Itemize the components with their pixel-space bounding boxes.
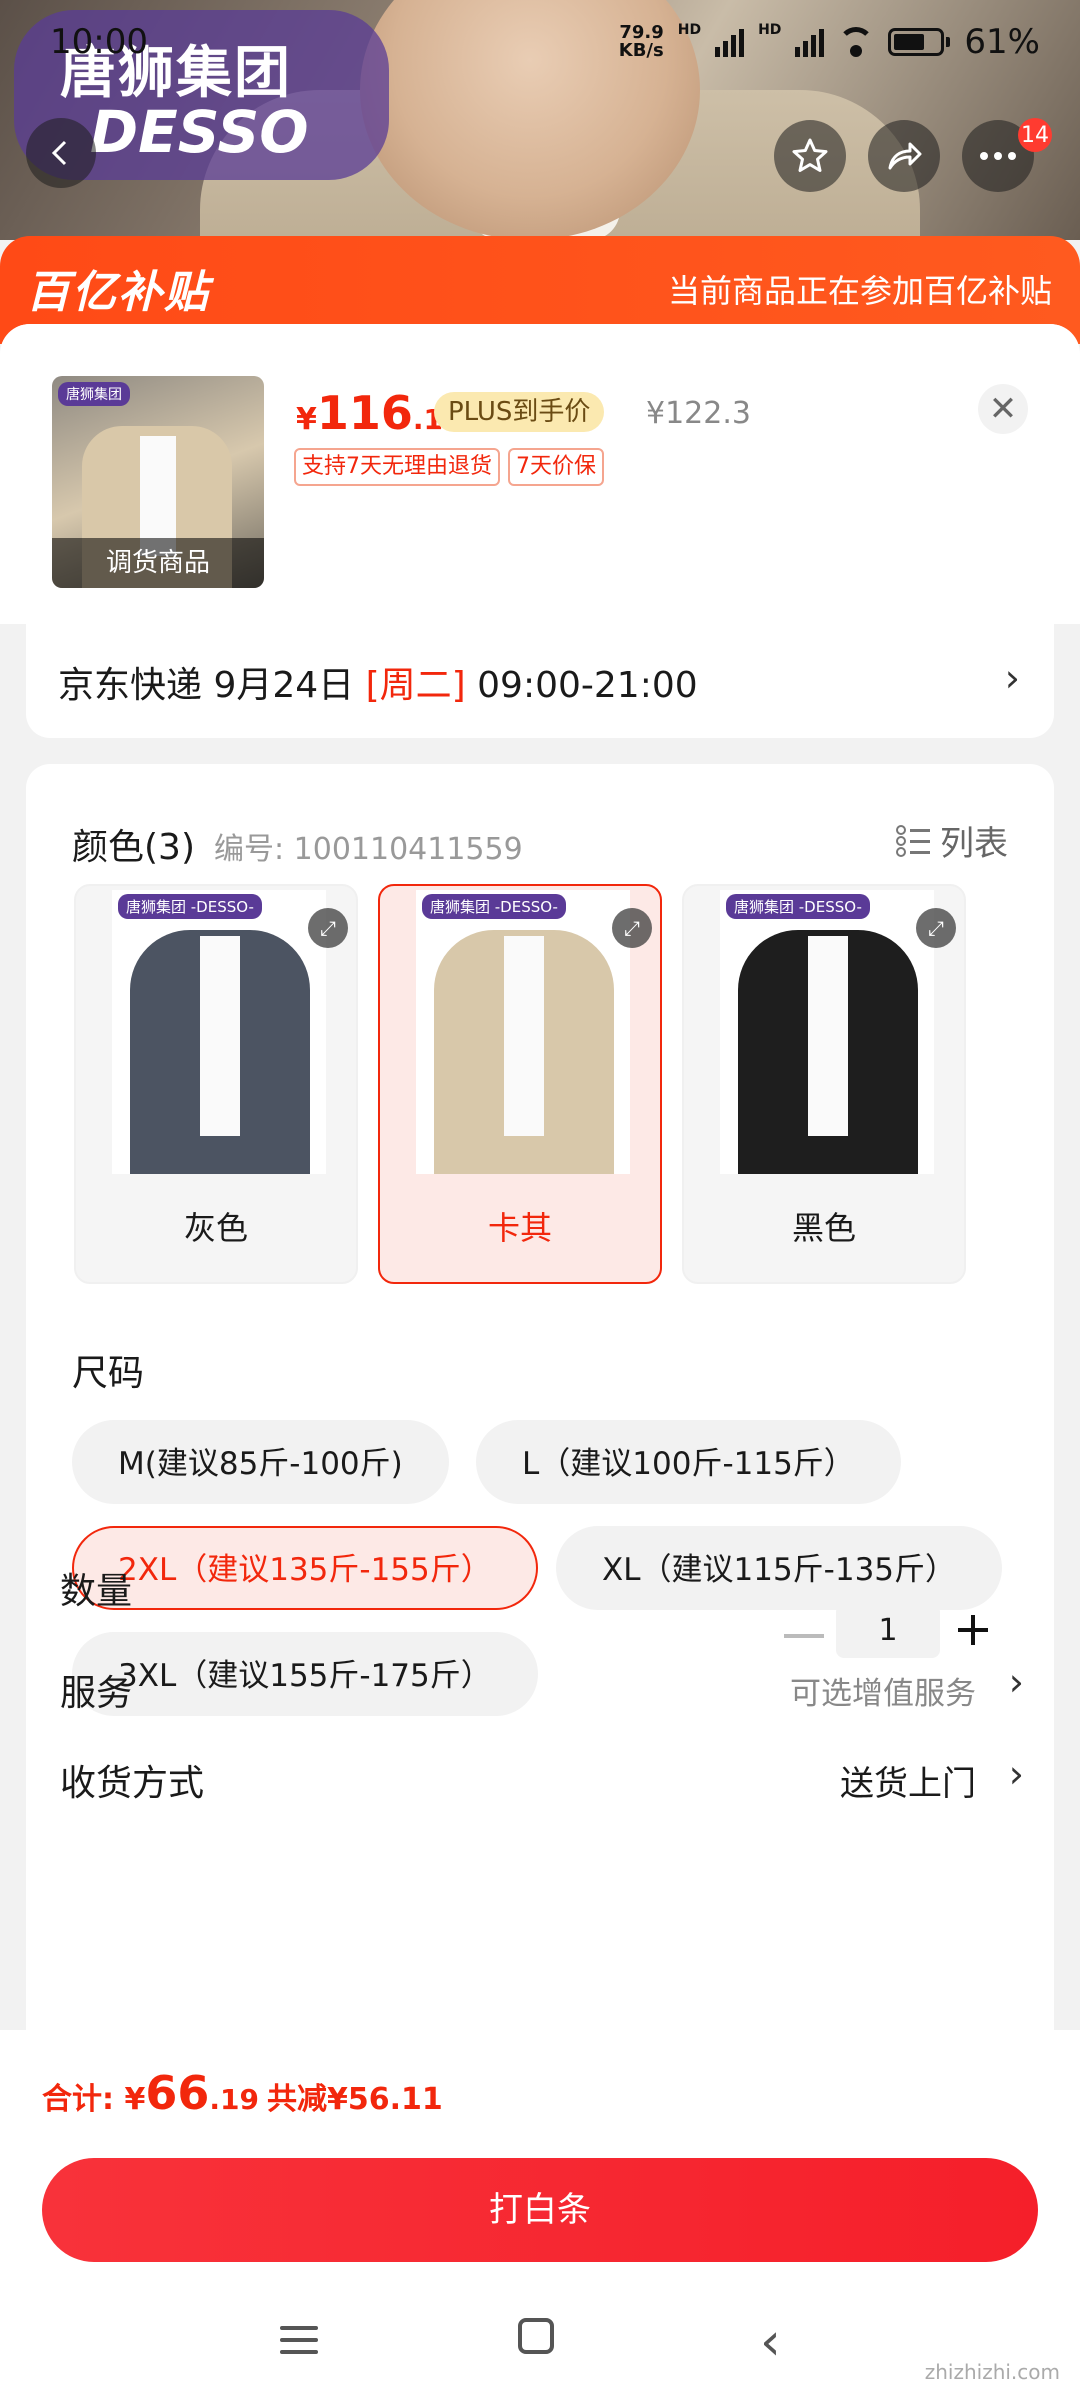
list-icon (896, 824, 930, 857)
color-option-black[interactable]: 唐狮集团 -DESSO- ⤢ 黑色 (682, 884, 966, 1284)
color-image: 唐狮集团 -DESSO- (416, 890, 630, 1174)
color-section-title: 颜色(3) (72, 827, 195, 868)
options-panel: 颜色(3) 编号: 100110411559 列表 唐狮集团 -DESSO- ⤢… (26, 764, 1054, 2204)
delivery-window: 09:00-21:00 (465, 665, 698, 706)
delivery-text: 京东快递 9月24日 [周二] 09:00-21:00 (58, 656, 698, 708)
service-value[interactable]: 可选增值服务 (790, 1668, 976, 1713)
quantity-input[interactable]: 1 (836, 1604, 940, 1658)
quantity-decrement[interactable] (784, 1634, 824, 1638)
message-count-badge: 14 (1018, 118, 1052, 152)
total-price: 合计: ¥66.19 共减¥56.11 (42, 2066, 443, 2120)
color-image: 唐狮集团 -DESSO- (112, 890, 326, 1174)
hero-brand-en: DESSO (90, 98, 309, 166)
subsidy-note: 当前商品正在参加百亿补贴 (667, 272, 1052, 310)
nav-back-button[interactable]: ‹ (760, 2312, 781, 2372)
checkout-bar: 合计: ¥66.19 共减¥56.11 打白条 ‹ zhizhizhi.com (0, 2030, 1080, 2400)
thumb-brand-tag: 唐狮集团 (58, 382, 130, 406)
size-option-2xl[interactable]: 2XL（建议135斤-155斤） (72, 1526, 538, 1610)
zoom-icon[interactable]: ⤢ (612, 908, 652, 948)
chevron-left-icon (51, 140, 67, 166)
brand-tag: 唐狮集团 -DESSO- (118, 894, 262, 919)
quantity-increment[interactable] (958, 1608, 1002, 1652)
original-price: ¥122.3 (646, 396, 751, 431)
total-label: 合计: ¥ (42, 2082, 146, 2117)
close-icon: ✕ (988, 389, 1018, 429)
chevron-right-icon[interactable]: › (1009, 1660, 1024, 1704)
size-option-3xl[interactable]: 3XL（建议155斤-175斤） (72, 1632, 538, 1716)
service-label: 服务 (60, 1673, 133, 1714)
share-button[interactable] (868, 120, 940, 192)
size-option-xl[interactable]: XL（建议115斤-135斤） (556, 1526, 1003, 1610)
star-icon (792, 138, 828, 172)
close-button[interactable]: ✕ (978, 384, 1028, 434)
share-icon (888, 142, 922, 170)
product-thumbnail[interactable]: 唐狮集团 调货商品 (52, 376, 264, 588)
inner-shirt (808, 936, 848, 1136)
zoom-icon[interactable]: ⤢ (308, 908, 348, 948)
color-image: 唐狮集团 -DESSO- (720, 890, 934, 1174)
size-option-m[interactable]: M(建议85斤-100斤) (72, 1420, 449, 1504)
price-integer: 116 (316, 386, 413, 440)
zoom-icon[interactable]: ⤢ (916, 908, 956, 948)
net-speed: 79.9 KB/s (619, 24, 664, 60)
plus-price-tag: PLUS到手价 (434, 392, 605, 432)
inner-shirt (504, 936, 544, 1136)
brand-tag: 唐狮集团 -DESSO- (422, 894, 566, 919)
chevron-right-icon[interactable]: › (1009, 1752, 1024, 1796)
status-bar: 10:00 79.9 KB/s HD HD 61% (0, 22, 1080, 72)
price-currency: ¥ (296, 402, 317, 437)
total-decimal: .19 (209, 2083, 259, 2116)
status-icons: 79.9 KB/s HD HD 61% (619, 22, 1040, 62)
sim1-hd-label: HD (677, 22, 702, 38)
color-option-gray[interactable]: 唐狮集团 -DESSO- ⤢ 灰色 (74, 884, 358, 1284)
quantity-label: 数量 (60, 1571, 133, 1612)
nav-menu-button[interactable] (270, 2310, 330, 2370)
total-integer: 66 (145, 2066, 210, 2120)
delivery-row[interactable]: 京东快递 9月24日 [周二] 09:00-21:00 › (26, 622, 1054, 738)
status-time: 10:00 (50, 22, 148, 62)
wifi-icon (838, 27, 875, 57)
shipping-label: 收货方式 (60, 1763, 205, 1804)
favorite-button[interactable] (774, 120, 846, 192)
product-summary: 唐狮集团 调货商品 ¥116.19 PLUS到手价 ¥122.3 ✕ 支持7天无… (0, 324, 1080, 624)
subsidy-logo: 百亿补贴 (26, 267, 210, 318)
color-name: 黑色 (791, 1209, 856, 1247)
delivery-weekday: [周二] (365, 665, 466, 706)
battery-percent: 61% (964, 22, 1040, 62)
size-option-l[interactable]: L（建议100斤-115斤） (476, 1420, 901, 1504)
inner-shirt (200, 936, 240, 1136)
watermark: zhizhizhi.com (924, 2360, 1060, 2384)
size-section-title: 尺码 (72, 1353, 145, 1394)
signal-icon (715, 27, 745, 57)
return-policy-tag: 支持7天无理由退货 (294, 448, 500, 486)
price-protect-tag: 7天价保 (508, 448, 604, 486)
brand-tag: 唐狮集团 -DESSO- (726, 894, 870, 919)
battery-tip (946, 37, 951, 47)
product-code: 编号: 100110411559 (214, 832, 523, 867)
color-option-khaki[interactable]: 唐狮集团 -DESSO- ⤢ 卡其 (378, 884, 662, 1284)
back-button[interactable] (26, 118, 96, 188)
chevron-right-icon: › (1004, 656, 1020, 700)
more-dots-icon (980, 152, 1016, 160)
delivery-date: 京东快递 9月24日 (58, 665, 366, 706)
thumb-caption: 调货商品 (52, 538, 264, 588)
pay-button[interactable]: 打白条 (42, 2158, 1038, 2262)
nav-home-button[interactable] (518, 2318, 554, 2354)
battery-icon (888, 28, 945, 56)
list-toggle-label: 列表 (940, 824, 1008, 864)
discount-total: 共减¥56.11 (266, 2082, 443, 2117)
shipping-value[interactable]: 送货上门 (840, 1756, 976, 1805)
net-speed-unit: KB/s (618, 40, 664, 61)
signal-icon-2 (795, 27, 825, 57)
list-view-toggle[interactable]: 列表 (896, 816, 1008, 865)
color-name: 灰色 (183, 1209, 248, 1247)
sim2-hd-label: HD (758, 22, 782, 38)
color-name: 卡其 (487, 1209, 552, 1247)
